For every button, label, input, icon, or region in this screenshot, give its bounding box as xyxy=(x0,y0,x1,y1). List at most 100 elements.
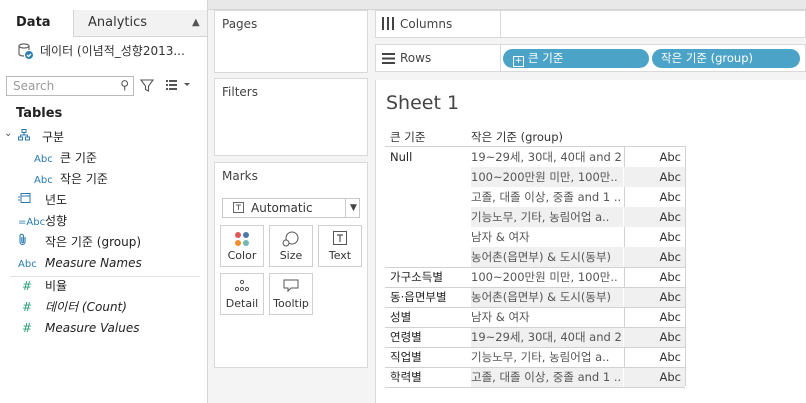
cell-value[interactable]: Abc xyxy=(624,327,685,347)
field-ratio[interactable]: # 비율 xyxy=(22,276,67,297)
field-label: 구분 xyxy=(42,130,65,144)
row-header-big-criterion[interactable] xyxy=(390,187,457,207)
grid-line xyxy=(685,146,686,386)
header-big-criterion[interactable]: 큰 기준 xyxy=(390,129,425,145)
pill-label: 작은 기준 (group) xyxy=(661,51,754,65)
field-small-criterion[interactable]: Abc 작은 기준 xyxy=(34,169,108,190)
field-label: 데이터 (Count) xyxy=(45,300,127,314)
marks-title: Marks xyxy=(222,169,258,183)
field-big-criterion[interactable]: Abc 큰 기준 xyxy=(34,148,97,169)
text-button[interactable]: Text xyxy=(318,225,362,267)
size-label: Size xyxy=(279,249,303,262)
cell-value[interactable]: Abc xyxy=(624,367,685,387)
field-year[interactable]: 년도 xyxy=(18,190,67,211)
detail-button[interactable]: Detail xyxy=(220,273,264,315)
row-header-big-criterion[interactable] xyxy=(390,167,457,187)
row-header-small-criterion[interactable]: 100~200만원 미만, 100만.. xyxy=(471,167,623,187)
row-header-small-criterion[interactable]: 19~29세, 30대, 40대 and 2.. xyxy=(471,327,623,347)
mark-type-select[interactable]: Automatic ▼ xyxy=(222,198,360,218)
color-button[interactable]: Color xyxy=(220,225,264,267)
cell-value[interactable]: Abc xyxy=(624,207,685,227)
filter-icon[interactable] xyxy=(139,79,155,96)
row-header-big-criterion[interactable]: 직업별 xyxy=(390,347,457,367)
calc-abc-icon: =Abc xyxy=(18,217,46,228)
row-header-small-criterion[interactable]: 기능노무, 기타, 농림어업 a.. xyxy=(471,207,623,227)
row-header-big-criterion[interactable]: 가구소득별 xyxy=(390,267,457,287)
row-header-small-criterion[interactable]: 19~29세, 30대, 40대 and 2.. xyxy=(471,147,623,167)
field-measure-names[interactable]: Abc Measure Names xyxy=(18,253,142,274)
row-pill-small-criterion-group[interactable]: 작은 기준 (group) xyxy=(652,49,800,68)
cell-value[interactable]: Abc xyxy=(624,347,685,367)
row-header-big-criterion[interactable]: Null xyxy=(390,147,457,167)
row-header-small-criterion[interactable]: 고졸, 대졸 이상, 중졸 and 1 .. xyxy=(471,367,623,387)
field-data-count[interactable]: # 데이터 (Count) xyxy=(22,297,127,318)
chevron-down-icon[interactable]: ▼ xyxy=(345,199,357,217)
collapse-chevron-icon[interactable]: ⌄ xyxy=(4,128,12,139)
rows-label: Rows xyxy=(400,51,432,65)
pages-title: Pages xyxy=(222,17,258,31)
abc-icon: Abc xyxy=(34,175,53,186)
cell-value[interactable]: Abc xyxy=(624,247,685,267)
shelf-divider xyxy=(500,45,501,71)
mark-type-value: Automatic xyxy=(251,201,313,215)
view-options-icon[interactable] xyxy=(166,79,192,94)
row-header-big-criterion[interactable]: 연령별 xyxy=(390,327,457,347)
row-header-small-criterion[interactable]: 농어촌(읍면부) & 도시(동부) xyxy=(471,247,623,267)
row-pill-big-criterion[interactable]: + 큰 기준 xyxy=(503,49,649,68)
search-input[interactable]: Search ⚲ xyxy=(6,76,134,96)
row-header-small-criterion[interactable]: 고졸, 대졸 이상, 중졸 and 1 .. xyxy=(471,187,623,207)
size-button[interactable]: Size xyxy=(269,225,313,267)
search-icon[interactable]: ⚲ xyxy=(120,78,129,92)
size-icon xyxy=(270,231,312,247)
expand-plus-icon[interactable]: + xyxy=(513,56,524,67)
pages-card[interactable]: Pages xyxy=(214,10,368,73)
tooltip-icon xyxy=(270,279,312,295)
row-header-big-criterion[interactable] xyxy=(390,247,457,267)
search-placeholder: Search xyxy=(13,79,55,93)
row-header-small-criterion[interactable]: 농어촌(읍면부) & 도시(동부) xyxy=(471,287,623,307)
tooltip-button[interactable]: Tooltip xyxy=(269,273,313,315)
row-header-small-criterion[interactable]: 기능노무, 기타, 농림어업 a.. xyxy=(471,347,623,367)
cell-value[interactable]: Abc xyxy=(624,267,685,287)
pill-label: 큰 기준 xyxy=(528,51,564,65)
group-divider xyxy=(385,367,685,368)
paperclip-icon xyxy=(18,233,45,254)
abc-icon: Abc xyxy=(18,259,37,270)
field-small-criterion-group[interactable]: 작은 기준 (group) xyxy=(18,232,141,253)
tab-analytics[interactable]: Analytics xyxy=(88,10,147,36)
row-header-big-criterion[interactable] xyxy=(390,227,457,247)
sheet-title: Sheet 1 xyxy=(386,92,460,114)
field-tendency[interactable]: =Abc성향 xyxy=(18,211,67,232)
hierarchy-icon xyxy=(18,128,42,149)
row-header-small-criterion[interactable]: 남자 & 여자 xyxy=(471,307,623,327)
row-header-big-criterion[interactable] xyxy=(390,207,457,227)
tooltip-label: Tooltip xyxy=(273,297,309,310)
field-label: 비율 xyxy=(45,279,68,293)
filters-card[interactable]: Filters xyxy=(214,78,368,156)
cell-value[interactable]: Abc xyxy=(624,287,685,307)
cell-value[interactable]: Abc xyxy=(624,187,685,207)
worksheet-view[interactable]: Sheet 1 큰 기준 작은 기준 (group) Null 19~29세, 3… xyxy=(375,80,806,403)
row-header-small-criterion[interactable]: 100~200만원 미만, 100만.. xyxy=(471,267,623,287)
row-header-big-criterion[interactable]: 학력별 xyxy=(390,367,457,387)
tab-data[interactable]: Data xyxy=(0,10,74,37)
pane-collapse-icon[interactable]: ▲ xyxy=(192,10,200,36)
row-header-big-criterion[interactable]: 동·읍면부별 xyxy=(390,287,457,307)
columns-shelf[interactable]: Columns xyxy=(375,10,806,38)
cell-value[interactable]: Abc xyxy=(624,167,685,187)
datasource-icon xyxy=(16,42,34,60)
cell-value[interactable]: Abc xyxy=(624,147,685,167)
number-icon: # xyxy=(22,279,33,293)
detail-label: Detail xyxy=(225,297,259,310)
datasource-name[interactable]: 데이터 (이념적_성향2013... xyxy=(40,40,185,62)
row-header-small-criterion[interactable]: 남자 & 여자 xyxy=(471,227,623,247)
cell-value[interactable]: Abc xyxy=(624,227,685,247)
row-header-big-criterion[interactable]: 성별 xyxy=(390,307,457,327)
rows-shelf[interactable]: Rows + 큰 기준 작은 기준 (group) xyxy=(375,44,806,72)
field-hierarchy[interactable]: 구분 xyxy=(18,127,64,148)
group-divider xyxy=(385,347,685,348)
group-divider xyxy=(385,287,685,288)
field-measure-values[interactable]: # Measure Values xyxy=(22,318,139,339)
header-small-criterion-group[interactable]: 작은 기준 (group) xyxy=(471,129,563,145)
cell-value[interactable]: Abc xyxy=(624,307,685,327)
